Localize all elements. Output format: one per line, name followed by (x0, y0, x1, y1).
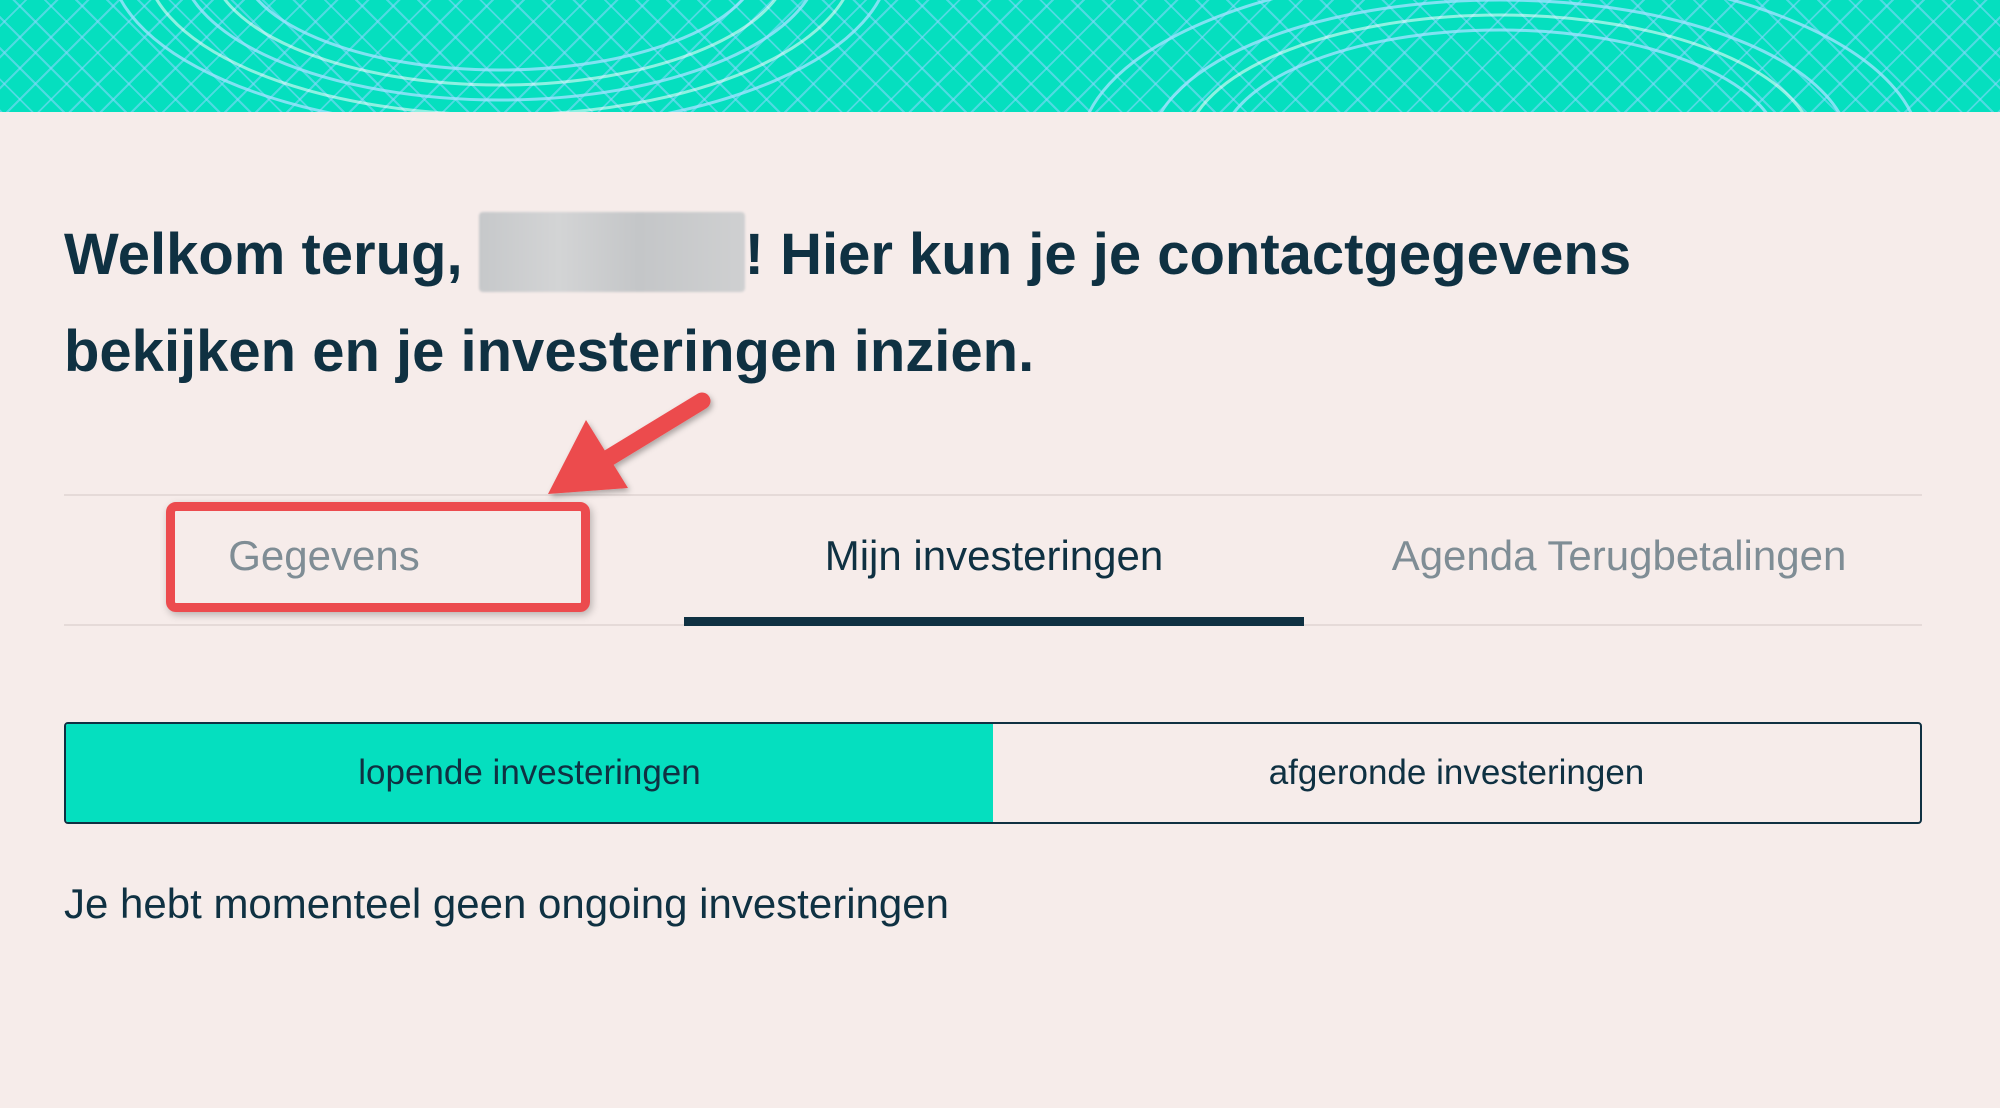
segment-afgeronde-investeringen[interactable]: afgeronde investeringen (993, 724, 1920, 822)
welcome-heading: Welkom terug, ! Hier kun je je contactge… (64, 206, 1864, 400)
welcome-greeting: Welkom terug, (64, 222, 479, 287)
wave-pattern-decoration (119, 0, 1913, 112)
empty-state-message: Je hebt momenteel geen ongoing investeri… (64, 880, 949, 927)
tab-mijn-investeringen[interactable]: Mijn investeringen (684, 496, 1304, 626)
redacted-user-name (478, 212, 745, 292)
segment-lopende-investeringen[interactable]: lopende investeringen (66, 724, 993, 822)
tab-bar: Gegevens Mijn investeringen Agenda Terug… (64, 494, 1922, 626)
investment-status-toggle: lopende investeringen afgeronde invester… (64, 722, 1922, 824)
tab-agenda-terugbetalingen[interactable]: Agenda Terugbetalingen (1324, 496, 1914, 624)
tab-gegevens[interactable]: Gegevens (174, 496, 474, 624)
top-banner (0, 0, 2000, 112)
